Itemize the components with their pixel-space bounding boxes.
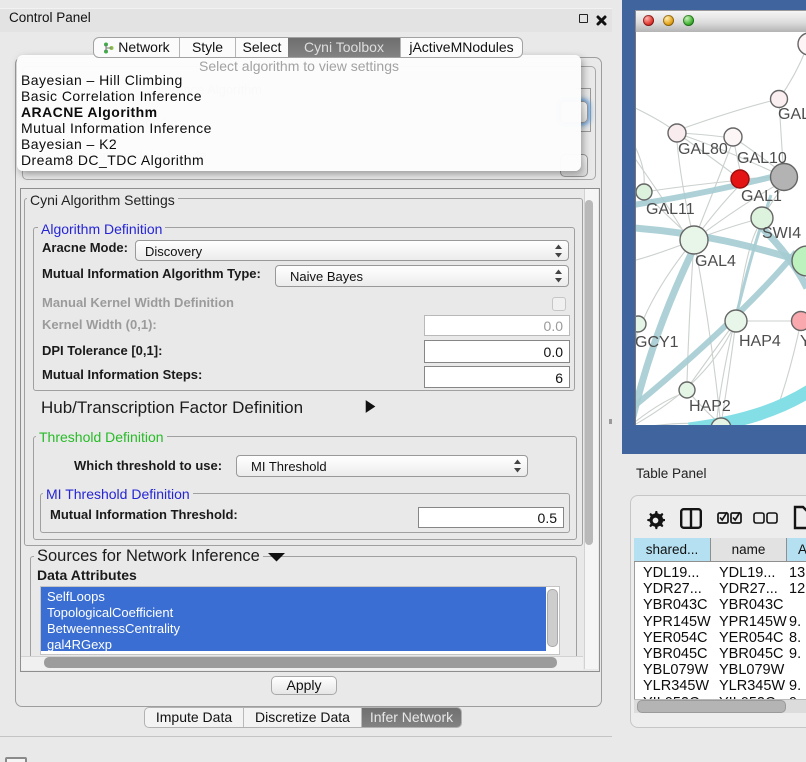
svg-text:SWI4: SWI4 xyxy=(762,225,801,242)
svg-text:GAL4: GAL4 xyxy=(695,253,736,270)
svg-text:GAL1: GAL1 xyxy=(741,188,782,205)
svg-text:Y: Y xyxy=(800,333,806,350)
svg-text:HAP4: HAP4 xyxy=(739,333,781,350)
svg-text:GCY1: GCY1 xyxy=(636,334,679,351)
svg-text:GAL80: GAL80 xyxy=(678,141,728,158)
svg-text:GAL11: GAL11 xyxy=(646,201,695,218)
svg-text:GAL10: GAL10 xyxy=(737,150,787,167)
svg-text:HAP2: HAP2 xyxy=(689,398,731,415)
svg-text:GAL8: GAL8 xyxy=(778,106,806,123)
